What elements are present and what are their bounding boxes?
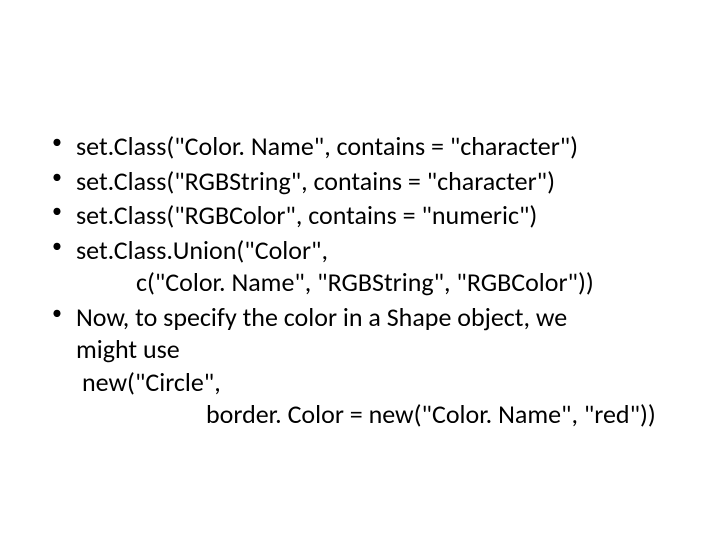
- list-item: Now, to specify the color in a Shape obj…: [40, 301, 680, 431]
- list-item: set.Class("RGBString", contains = "chara…: [40, 165, 680, 198]
- bullet-continuation: new("Circle",: [76, 366, 680, 399]
- bullet-text: set.Class("RGBString", contains = "chara…: [76, 165, 555, 197]
- list-item: set.Class("RGBColor", contains = "numeri…: [40, 199, 680, 232]
- list-item: set.Class.Union("Color", c("Color. Name"…: [40, 234, 680, 299]
- bullet-continuation: border. Color = new("Color. Name", "red"…: [76, 398, 680, 431]
- list-item: set.Class("Color. Name", contains = "cha…: [40, 130, 680, 163]
- bullet-text: set.Class.Union("Color",: [76, 234, 328, 266]
- bullet-continuation: might use: [76, 333, 680, 366]
- bullet-text: set.Class("Color. Name", contains = "cha…: [76, 130, 578, 162]
- bullet-list: set.Class("Color. Name", contains = "cha…: [40, 130, 680, 431]
- bullet-text: set.Class("RGBColor", contains = "numeri…: [76, 199, 537, 231]
- bullet-text: Now, to specify the color in a Shape obj…: [76, 301, 567, 333]
- bullet-continuation: c("Color. Name", "RGBString", "RGBColor"…: [76, 266, 680, 299]
